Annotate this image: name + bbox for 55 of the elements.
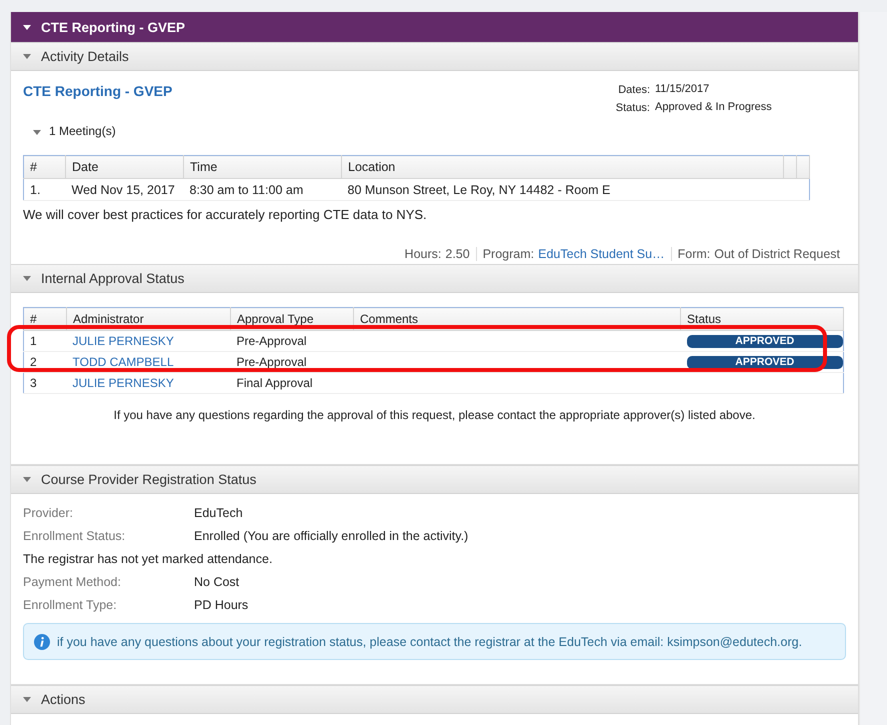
- table-cell: 1: [24, 330, 66, 352]
- section-title: Activity Details: [41, 49, 129, 64]
- table-cell: Final Approval: [230, 372, 354, 394]
- administrator-link[interactable]: JULIE PERNESKY: [72, 334, 174, 348]
- field-value: No Cost: [194, 575, 240, 591]
- meta-label: Dates:: [617, 84, 650, 98]
- footer-value: 2.50: [445, 247, 470, 261]
- description-text: We will cover best practices for accurately reporting CTE data to NYS.: [23, 207, 428, 222]
- info-text: if you have any questions about your registration status, please contact the registrar at the EduTech via email: ksimpson@edutech.org.: [57, 634, 802, 648]
- section-title: Internal Approval Status: [41, 271, 184, 286]
- table-cell: 3: [24, 372, 66, 394]
- footer-label: Form:: [678, 247, 710, 261]
- approval-note: If you have any questions regarding the approval of this request, please contact the appropriate approver(s) listed above.: [112, 408, 756, 422]
- field-value: Enrolled (You are officially enrolled in the activity.): [194, 529, 468, 545]
- meta-value: 11/15/2017: [655, 83, 710, 97]
- table-cell: 1.: [24, 178, 66, 200]
- meetings-label: 1 Meeting(s): [49, 124, 116, 138]
- field-label: Enrollment Type:: [23, 598, 118, 614]
- table-cell: 2: [24, 352, 66, 372]
- info-icon: [34, 634, 50, 650]
- attendance-note: The registrar has not yet marked attendance.: [23, 552, 274, 568]
- footer-label: Program:: [482, 247, 534, 261]
- section-header[interactable]: Actions: [11, 685, 858, 714]
- table-cell: 8:30 am to 11:00 am: [184, 178, 342, 200]
- table-cell: Wed Nov 15, 2017: [66, 178, 184, 200]
- section-title: Actions: [41, 692, 86, 707]
- column-header: Location: [342, 156, 784, 178]
- section-header[interactable]: Internal Approval Status: [11, 264, 858, 293]
- field-value: EduTech: [194, 506, 243, 522]
- activity-title-link[interactable]: CTE Reporting - GVEP: [23, 83, 172, 119]
- column-header: Date: [66, 156, 184, 178]
- column-header: #: [24, 156, 66, 178]
- caret-icon[interactable]: [33, 130, 41, 134]
- status-badge: APPROVED: [686, 356, 843, 368]
- section-header[interactable]: Activity Details: [11, 42, 858, 71]
- meta-label: Status:: [614, 102, 650, 116]
- footer-value: Out of District Request: [714, 247, 840, 261]
- title-bar[interactable]: CTE Reporting - GVEP: [11, 12, 858, 42]
- program-link[interactable]: EduTech Student Su…: [538, 247, 665, 261]
- status-badge: APPROVED: [686, 334, 843, 348]
- meta-value: Approved & In Progress: [655, 101, 772, 115]
- field-label: Enrollment Status:: [23, 529, 126, 545]
- column-header: Time: [184, 156, 342, 178]
- banner-title: CTE Reporting - GVEP: [41, 20, 186, 34]
- section-header[interactable]: Course Provider Registration Status: [11, 465, 858, 494]
- footer-label: Hours:: [404, 247, 442, 261]
- field-label: Payment Method:: [23, 575, 122, 591]
- section-title: Course Provider Registration Status: [41, 472, 256, 487]
- administrator-link[interactable]: JULIE PERNESKY: [72, 376, 174, 390]
- table-cell: Pre-Approval: [230, 352, 354, 372]
- table-cell: 80 Munson Street, Le Roy, NY 14482 - Room E: [342, 178, 784, 200]
- field-value: PD Hours: [194, 598, 248, 614]
- table-cell: Pre-Approval: [230, 330, 354, 352]
- field-label: Provider:: [23, 506, 74, 522]
- administrator-link[interactable]: TODD CAMPBELL: [72, 355, 174, 369]
